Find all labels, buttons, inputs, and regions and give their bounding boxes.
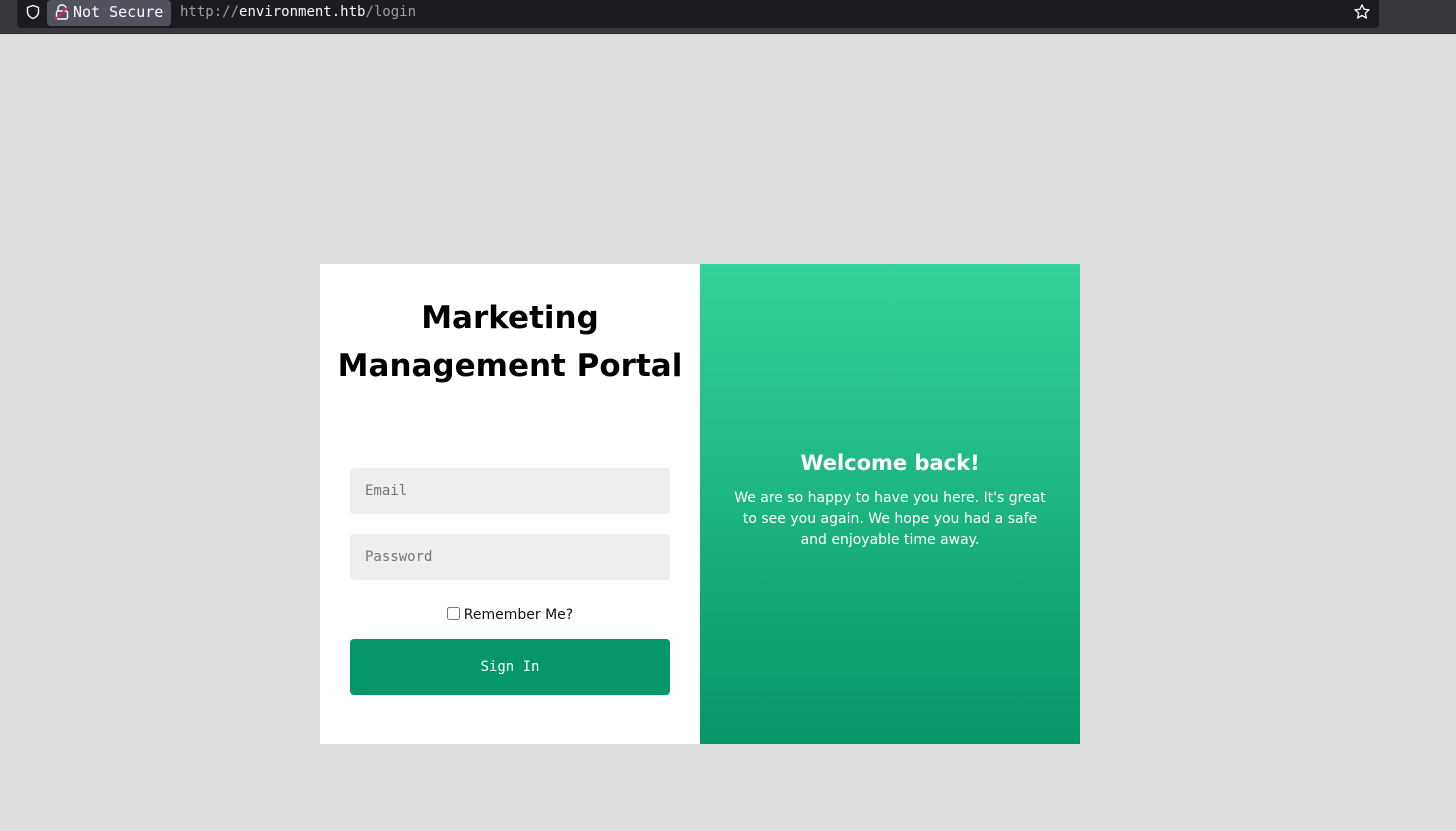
remember-me-checkbox[interactable]: [446, 607, 460, 620]
welcome-text: We are so happy to have you here. It's g…: [734, 490, 1046, 548]
sign-in-button[interactable]: Sign In: [350, 639, 670, 695]
page-title: Marketing Management Portal: [337, 300, 683, 384]
security-label: Not Secure: [73, 3, 164, 21]
url-scheme: http://: [180, 4, 240, 20]
password-field[interactable]: [350, 534, 670, 580]
url-path: /login: [365, 4, 417, 20]
browser-toolbar: Not Secure http://environment.htb/login: [0, 0, 1456, 34]
email-field[interactable]: [350, 468, 670, 514]
login-form-panel: Marketing Management Portal Remember Me?…: [320, 264, 700, 744]
broken-lock-icon: [55, 4, 69, 20]
remember-me-row: Remember Me?: [320, 607, 700, 623]
shield-icon[interactable]: [25, 4, 41, 20]
welcome-panel: Welcome back! We are so happy to have yo…: [700, 264, 1080, 744]
url-bar[interactable]: Not Secure http://environment.htb/login: [17, 0, 1379, 28]
login-card: Marketing Management Portal Remember Me?…: [320, 264, 1080, 744]
security-indicator[interactable]: Not Secure: [47, 0, 172, 26]
star-icon[interactable]: [1353, 3, 1371, 21]
welcome-title: Welcome back!: [800, 451, 980, 475]
url-host: environment.htb: [239, 4, 366, 20]
remember-me-label[interactable]: Remember Me?: [464, 607, 573, 623]
url-text[interactable]: http://environment.htb/login: [180, 0, 416, 24]
